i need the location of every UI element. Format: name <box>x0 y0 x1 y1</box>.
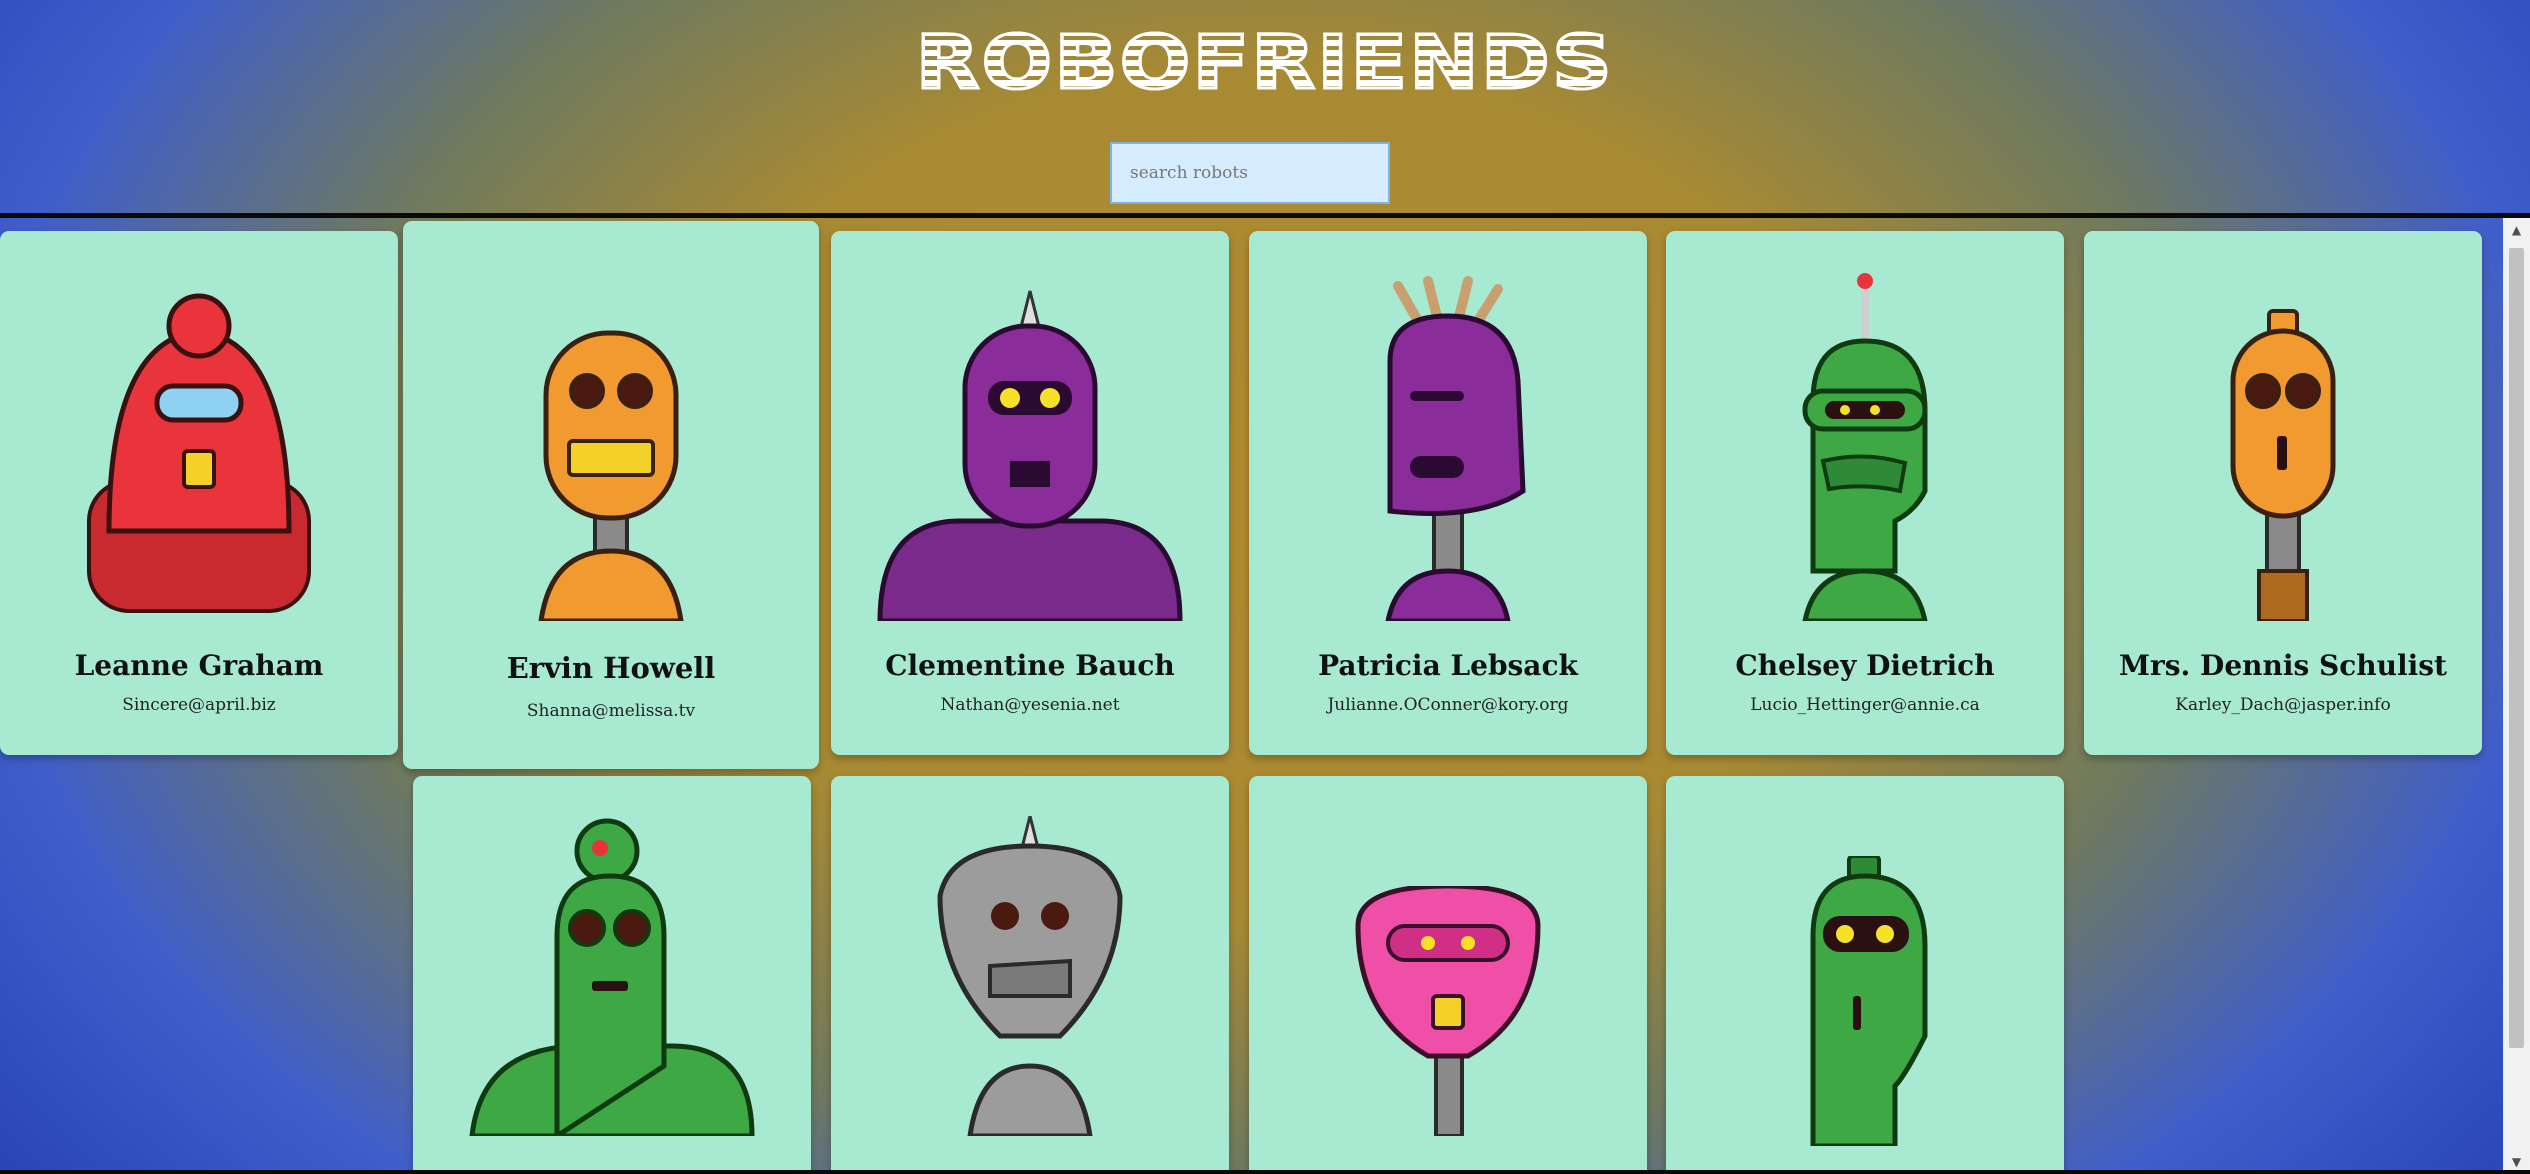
robot-email: Sincere@april.biz <box>122 695 276 715</box>
robot-card[interactable]: Mrs. Dennis Schulist Karley_Dach@jasper.… <box>2084 231 2482 755</box>
robot-name: Ervin Howell <box>506 651 716 685</box>
robot-avatar <box>413 816 811 1136</box>
robot-email: Shanna@melissa.tv <box>526 701 696 721</box>
robot-card[interactable]: Patricia Lebsack Julianne.OConner@kory.o… <box>1249 231 1647 755</box>
robot-avatar <box>831 816 1229 1136</box>
robot-email: Lucio_Hettinger@annie.ca <box>1750 695 1980 715</box>
robot-name: Patricia Lebsack <box>1318 649 1578 682</box>
header: ROBOFRIENDS <box>0 0 2530 214</box>
scrollbar-thumb[interactable] <box>2509 248 2524 1048</box>
robot-avatar <box>831 271 1229 621</box>
robot-avatar <box>1666 856 2064 1146</box>
robot-avatar <box>2084 271 2482 621</box>
robot-avatar <box>403 281 819 621</box>
bottom-divider <box>0 1170 2530 1174</box>
robot-email: Julianne.OConner@kory.org <box>1327 695 1569 715</box>
scroll-up-icon[interactable]: ▲ <box>2503 218 2530 242</box>
robot-email: Nathan@yesenia.net <box>940 695 1120 715</box>
robot-email: Karley_Dach@jasper.info <box>2175 695 2391 715</box>
app-title: ROBOFRIENDS <box>914 19 1615 108</box>
robot-card[interactable] <box>413 776 811 1174</box>
app-logo: ROBOFRIENDS <box>0 18 2530 108</box>
robot-card[interactable] <box>831 776 1229 1174</box>
robot-name: Leanne Graham <box>74 649 324 682</box>
vertical-scrollbar[interactable]: ▲ ▼ <box>2503 218 2530 1174</box>
robot-name: Chelsey Dietrich <box>1735 649 1995 682</box>
robot-card[interactable] <box>1666 776 2064 1174</box>
robot-card[interactable]: Chelsey Dietrich Lucio_Hettinger@annie.c… <box>1666 231 2064 755</box>
robot-avatar <box>1666 271 2064 621</box>
robot-card-list[interactable]: Leanne Graham Sincere@april.biz Ervin Ho… <box>0 218 2530 1174</box>
robot-name: Clementine Bauch <box>885 649 1175 682</box>
robot-card[interactable] <box>1249 776 1647 1174</box>
robot-card[interactable]: Leanne Graham Sincere@april.biz <box>0 231 398 755</box>
search-input[interactable] <box>1110 142 1390 204</box>
robot-avatar <box>1249 271 1647 621</box>
robot-card[interactable]: Ervin Howell Shanna@melissa.tv <box>403 221 819 769</box>
robot-avatar <box>1249 886 1647 1136</box>
robot-avatar <box>0 271 398 621</box>
robot-name: Mrs. Dennis Schulist <box>2119 649 2447 682</box>
robot-card[interactable]: Clementine Bauch Nathan@yesenia.net <box>831 231 1229 755</box>
